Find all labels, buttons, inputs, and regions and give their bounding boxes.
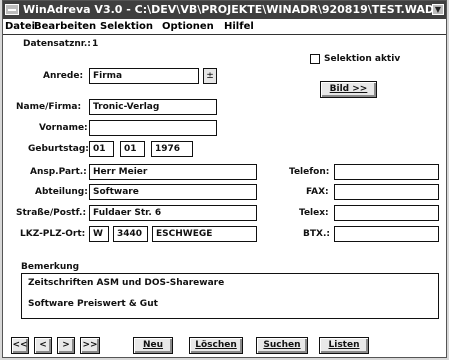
menu-hilfe[interactable]: Hilfel	[224, 20, 254, 33]
strasse-field[interactable]: Fuldaer Str. 6	[89, 205, 257, 221]
menu-bar: Datei Bearbeiten Selektion Optionen Hilf…	[3, 19, 446, 35]
datensatz-value: 1	[92, 39, 99, 49]
ansp-label: Ansp.Part.:	[30, 167, 87, 177]
listen-button-label: Listen	[328, 340, 360, 350]
bild-button-label: Bild >>	[329, 84, 368, 94]
bemerkung-textarea[interactable]: Zeitschriften ASM und DOS-Shareware Soft…	[21, 273, 439, 319]
ansp-field[interactable]: Herr Meier	[89, 164, 257, 180]
plz-field[interactable]: 3440	[113, 226, 148, 242]
suchen-button[interactable]: Suchen	[256, 337, 308, 354]
anrede-select[interactable]: Firma	[89, 68, 199, 84]
vorname-label: Vorname:	[39, 123, 88, 133]
listen-button[interactable]: Listen	[319, 337, 369, 354]
bild-button[interactable]: Bild >>	[320, 81, 377, 98]
suchen-button-label: Suchen	[263, 340, 301, 350]
bemerkung-label: Bemerkung	[21, 262, 80, 272]
abteilung-label: Abteilung:	[35, 187, 88, 197]
menu-bearbeiten[interactable]: Bearbeiten	[34, 20, 96, 33]
window-title: WinAdreva V3.0 - C:\DEV\VB\PROJEKTE\WINA…	[23, 3, 435, 16]
geburtstag-month-field[interactable]: 01	[120, 141, 145, 157]
geburtstag-label: Geburtstag:	[28, 144, 89, 154]
menu-selektion[interactable]: Selektion	[100, 20, 153, 33]
system-menu-icon[interactable]	[5, 4, 19, 15]
telefon-label: Telefon:	[289, 167, 330, 177]
dropdown-arrow-icon[interactable]: ±	[203, 68, 217, 84]
telex-label: Telex:	[299, 208, 329, 218]
title-bar: WinAdreva V3.0 - C:\DEV\VB\PROJEKTE\WINA…	[3, 1, 446, 19]
menu-optionen[interactable]: Optionen	[162, 20, 214, 33]
fax-field[interactable]	[334, 184, 439, 200]
abteilung-field[interactable]: Software	[89, 184, 257, 200]
name-label: Name/Firma:	[16, 102, 82, 112]
loeschen-button[interactable]: Löschen	[189, 337, 243, 354]
telefon-field[interactable]	[334, 164, 439, 180]
neu-button[interactable]: Neu	[133, 337, 173, 354]
lkz-field[interactable]: W	[89, 226, 109, 242]
geburtstag-day-field[interactable]: 01	[89, 141, 114, 157]
btx-field[interactable]	[334, 226, 439, 242]
name-field[interactable]: Tronic-Verlag	[89, 99, 217, 115]
anrede-label: Anrede:	[43, 71, 84, 81]
selektion-checkbox[interactable]	[310, 54, 320, 64]
vorname-field[interactable]	[89, 120, 217, 136]
last-record-button[interactable]: >>	[80, 337, 100, 354]
maximize-icon[interactable]: ▼	[432, 4, 444, 15]
prev-record-button[interactable]: <	[34, 337, 52, 354]
lkz-plz-ort-label: LKZ-PLZ-Ort:	[20, 229, 86, 239]
neu-button-label: Neu	[142, 340, 164, 350]
btx-label: BTX.:	[303, 229, 330, 239]
geburtstag-year-field[interactable]: 1976	[151, 141, 193, 157]
menu-datei[interactable]: Datei	[5, 20, 35, 33]
bemerkung-line: Zeitschriften ASM und DOS-Shareware	[28, 278, 225, 288]
loeschen-button-label: Löschen	[195, 340, 237, 350]
telex-field[interactable]	[334, 205, 439, 221]
next-record-button[interactable]: >	[57, 337, 75, 354]
selektion-label: Selektion aktiv	[324, 54, 401, 64]
fax-label: FAX:	[306, 187, 329, 197]
app-window: WinAdreva V3.0 - C:\DEV\VB\PROJEKTE\WINA…	[2, 0, 447, 358]
strasse-label: Straße/Postf.:	[16, 208, 87, 218]
ort-field[interactable]: ESCHWEGE	[152, 226, 257, 242]
datensatz-label: Datensatznr.:	[23, 39, 91, 49]
bemerkung-line: Software Preiswert & Gut	[28, 299, 158, 309]
first-record-button[interactable]: <<	[11, 337, 29, 354]
